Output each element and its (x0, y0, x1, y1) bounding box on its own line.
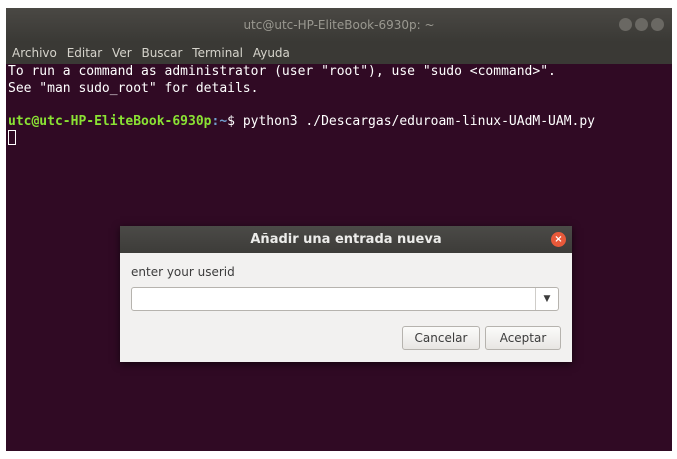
prompt-path: :~ (211, 113, 228, 129)
cancel-button[interactable]: Cancelar (402, 326, 480, 350)
command-line: utc@utc-HP-EliteBook-6930p:~$ python3 ./… (8, 114, 672, 131)
add-entry-dialog: Añadir una entrada nueva × enter your us… (120, 226, 572, 362)
menu-buscar[interactable]: Buscar (141, 46, 182, 60)
dialog-title: Añadir una entrada nueva (250, 232, 442, 247)
prompt-user: utc@utc-HP-EliteBook-6930p (8, 113, 212, 129)
maximize-button[interactable] (635, 18, 648, 31)
menu-editar[interactable]: Editar (67, 46, 103, 60)
terminal-line: See "man sudo_root" for details. (8, 80, 259, 96)
command-text: python3 ./Descargas/eduroam-linux-UAdM-U… (242, 113, 596, 129)
window-controls (619, 18, 664, 31)
title-bar: utc@utc-HP-EliteBook-6930p: ~ (6, 8, 672, 42)
prompt-sign: $ (227, 113, 243, 129)
minimize-button[interactable] (619, 18, 632, 31)
menu-ver[interactable]: Ver (112, 46, 132, 60)
dialog-close-icon[interactable]: × (551, 232, 566, 247)
dialog-title-bar: Añadir una entrada nueva × (120, 226, 572, 253)
close-button[interactable] (651, 18, 664, 31)
userid-label: enter your userid (131, 265, 235, 279)
menu-ayuda[interactable]: Ayuda (253, 46, 290, 60)
chevron-down-icon[interactable]: ▼ (535, 288, 558, 310)
window-title: utc@utc-HP-EliteBook-6930p: ~ (243, 18, 435, 32)
userid-input[interactable] (134, 290, 538, 310)
menu-terminal[interactable]: Terminal (192, 46, 243, 60)
menu-bar: Archivo Editar Ver Buscar Terminal Ayuda (6, 42, 672, 64)
terminal-line: To run a command as administrator (user … (8, 64, 556, 79)
terminal-cursor (8, 130, 16, 145)
userid-combobox[interactable]: ▼ (131, 287, 559, 311)
menu-archivo[interactable]: Archivo (12, 46, 57, 60)
accept-button[interactable]: Aceptar (485, 326, 561, 350)
